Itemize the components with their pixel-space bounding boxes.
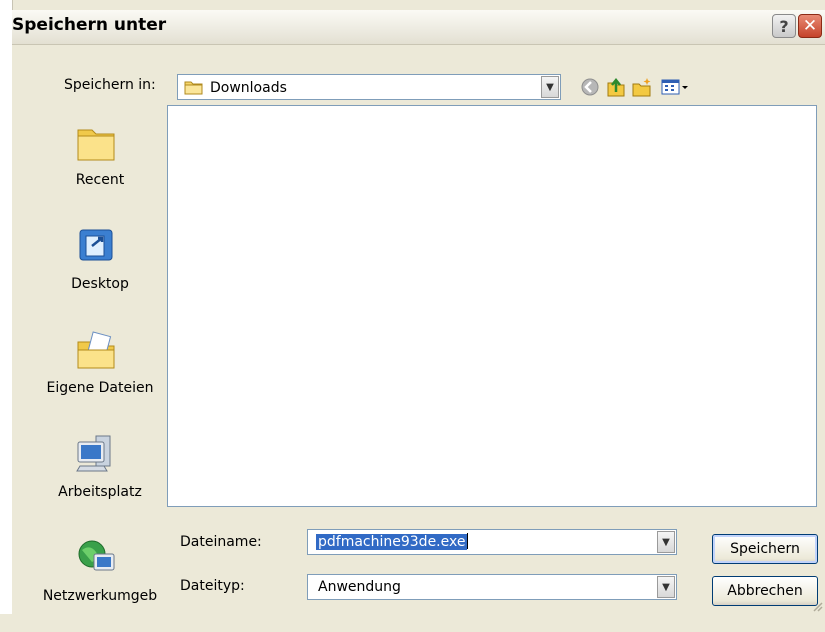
- filetype-value: Anwendung: [318, 579, 401, 595]
- text-caret: [467, 533, 469, 549]
- save-in-dropdown[interactable]: Downloads ▼: [177, 74, 561, 100]
- place-recent[interactable]: Recent: [34, 112, 166, 216]
- my-documents-icon: [77, 331, 115, 369]
- file-list[interactable]: [167, 105, 817, 507]
- place-desktop[interactable]: Desktop: [34, 216, 166, 320]
- place-label: Eigene Dateien: [46, 380, 154, 396]
- place-label: Netzwerkumgeb: [42, 588, 158, 604]
- up-folder-icon: [607, 77, 625, 97]
- filename-value-wrap: pdfmachine93de.exe: [316, 533, 469, 550]
- places-bar: Recent Desktop Eigene Dateien Arbeitspla…: [34, 112, 166, 616]
- folder-icon: [184, 81, 203, 95]
- place-label: Desktop: [71, 276, 129, 292]
- place-network[interactable]: Netzwerkumgeb: [34, 528, 166, 632]
- filename-value: pdfmachine93de.exe: [316, 534, 468, 550]
- help-button[interactable]: ?: [772, 14, 796, 38]
- close-button[interactable]: ✕: [798, 14, 822, 38]
- back-button[interactable]: [578, 75, 602, 99]
- close-icon: ✕: [802, 16, 818, 36]
- place-my-documents[interactable]: Eigene Dateien: [34, 320, 166, 424]
- title-bar: Speichern unter ? ✕: [12, 10, 825, 45]
- filetype-dropdown[interactable]: Anwendung ▼: [307, 574, 677, 600]
- chevron-down-icon[interactable]: ▼: [541, 76, 559, 98]
- up-folder-button[interactable]: [604, 75, 628, 99]
- save-in-label: Speichern in:: [64, 77, 156, 93]
- new-folder-icon: [632, 78, 651, 97]
- save-in-value: Downloads: [184, 79, 287, 96]
- place-label: Arbeitsplatz: [58, 484, 142, 500]
- desktop-icon: [79, 229, 113, 261]
- place-my-computer[interactable]: Arbeitsplatz: [34, 424, 166, 528]
- network-icon: [78, 540, 115, 571]
- filename-input[interactable]: pdfmachine93de.exe ▼: [307, 529, 677, 555]
- chevron-down-icon[interactable]: ▼: [657, 531, 675, 553]
- resize-grip-icon[interactable]: [811, 600, 823, 612]
- view-menu-button[interactable]: [658, 75, 692, 99]
- place-label: Recent: [75, 172, 125, 188]
- new-folder-button[interactable]: [630, 75, 654, 99]
- recent-folder-icon: [77, 129, 115, 161]
- save-button[interactable]: Speichern: [712, 534, 818, 564]
- cancel-button[interactable]: Abbrechen: [712, 576, 818, 606]
- back-arrow-icon: [581, 78, 599, 96]
- save-as-dialog: Speichern unter ? ✕ Speichern in: Downlo…: [12, 10, 825, 616]
- chevron-down-icon[interactable]: ▼: [657, 576, 675, 598]
- save-in-folder-name: Downloads: [210, 80, 287, 96]
- filetype-label: Dateityp:: [180, 578, 245, 594]
- view-menu-icon: [661, 79, 688, 95]
- help-icon: ?: [779, 16, 789, 36]
- my-computer-icon: [76, 435, 111, 472]
- dialog-title: Speichern unter: [12, 15, 167, 35]
- filename-label: Dateiname:: [180, 534, 262, 550]
